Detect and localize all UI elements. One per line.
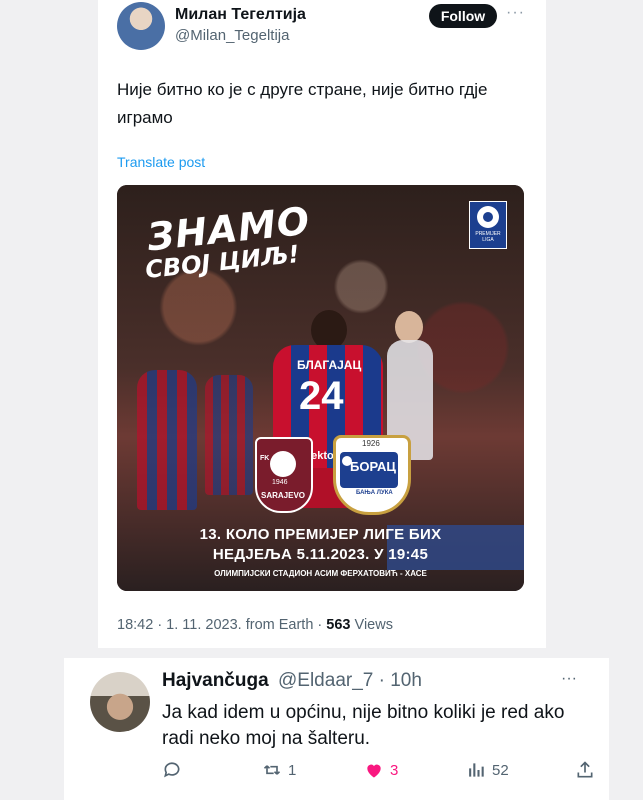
sarajevo-name: SARAJEVO	[261, 491, 306, 500]
match-date: НЕДЈЕЉА 5.11.2023. У 19:45	[212, 546, 429, 563]
reply-handle-time[interactable]: @Eldaar_7 · 10h	[278, 670, 422, 692]
league-logo: PREMIJER LIGA	[469, 201, 507, 249]
player-head	[311, 310, 347, 350]
views-label: Views	[350, 617, 393, 633]
borac-name: БОРАЦ	[350, 459, 396, 474]
reply-views-count: 52	[492, 761, 509, 779]
like-button[interactable]: 3	[364, 760, 398, 780]
share-icon	[577, 761, 593, 778]
sarajevo-year: 1946	[272, 479, 288, 486]
reply-text: Ja kad idem u općinu, nije bitno koliki …	[162, 702, 565, 749]
borac-year: 1926	[362, 439, 380, 448]
reply-button[interactable]	[162, 760, 182, 780]
sarajevo-crest: FK 1946 SARAJEVO	[255, 437, 313, 513]
more-options-icon[interactable]: ···	[506, 4, 525, 22]
comment-icon	[164, 762, 180, 778]
like-count: 3	[390, 761, 399, 779]
translate-post-link[interactable]: Translate post	[117, 154, 205, 170]
background-player	[205, 375, 253, 495]
retweet-icon	[263, 765, 281, 775]
match-round: 13. КОЛО ПРЕМИЈЕР ЛИГЕ БИХ	[199, 526, 442, 543]
follow-button[interactable]: Follow	[429, 4, 497, 28]
heart-icon	[367, 764, 381, 778]
tweet-media-image[interactable]: БЛАГАЈАЦ 24 sektor ЗНАМО СВОЈ ЦИЉ! PREMI…	[117, 185, 524, 591]
retweet-button[interactable]: 1	[262, 760, 296, 780]
shirt-number: 24	[299, 374, 344, 418]
reply-author-name[interactable]: Hajvančuga	[162, 670, 269, 692]
sarajevo-fk: FK	[260, 455, 270, 462]
share-button[interactable]	[575, 760, 595, 780]
tweet-meta: 18:42 · 1. 11. 2023. from Earth · 563 Vi…	[117, 617, 393, 633]
tweet-timestamp[interactable]: 18:42 · 1. 11. 2023. from Earth ·	[117, 617, 326, 633]
views-count: 563	[326, 617, 351, 633]
views-button[interactable]: 52	[466, 760, 509, 780]
shirt-name: БЛАГАЈАЦ	[297, 358, 362, 372]
reply-more-icon[interactable]: ···	[561, 670, 577, 688]
borac-city: БАЊА ЛУКА	[356, 490, 393, 496]
analytics-icon	[469, 763, 484, 777]
match-venue: ОЛИМПИЈСКИ СТАДИОН АСИМ ФЕРХАТОВИЋ - ХАС…	[214, 569, 427, 578]
opponent-player-head	[395, 311, 423, 343]
borac-crest: 1926 БОРАЦ БАЊА ЛУКА	[333, 435, 411, 515]
author-name[interactable]: Милан Тегелтија	[175, 6, 306, 24]
league-logo-text: PREMIJER LIGA	[475, 231, 501, 243]
sarajevo-ball-icon	[270, 451, 296, 477]
league-ball-center	[483, 212, 493, 222]
author-avatar[interactable]	[117, 2, 165, 50]
reply-avatar[interactable]	[90, 672, 150, 732]
background-player	[137, 370, 197, 510]
tweet-text: Није битно ко је с друге стране, није би…	[117, 80, 488, 127]
author-handle[interactable]: @Milan_Tegeltija	[175, 27, 289, 44]
retweet-count: 1	[288, 761, 297, 779]
